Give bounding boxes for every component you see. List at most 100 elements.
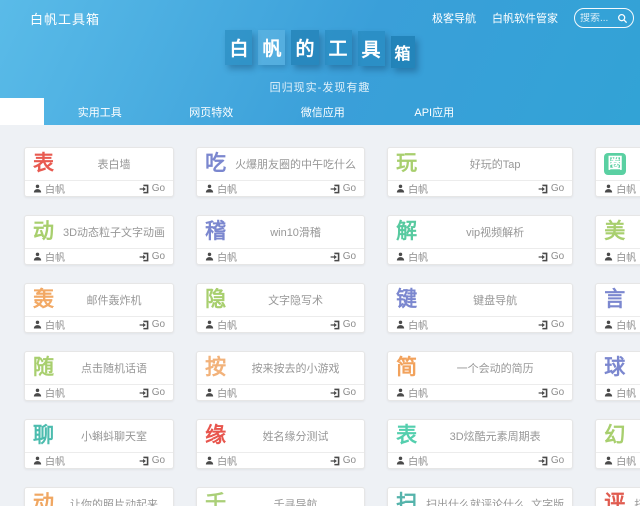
tool-card-footer: 白帆 Go bbox=[388, 316, 572, 332]
tool-card[interactable]: 键 键盘导航 白帆 Go bbox=[387, 283, 573, 333]
tool-card-go[interactable]: Go bbox=[330, 251, 356, 262]
tool-card-top: 吃 火爆朋友圈的中午吃什么 bbox=[197, 148, 364, 180]
tool-card-title: 千寻导航 bbox=[235, 496, 356, 506]
tab-label: 网页特效 bbox=[189, 104, 233, 120]
nav-link-software-manager[interactable]: 白帆软件管家 bbox=[492, 10, 558, 26]
tool-card-go[interactable]: Go bbox=[139, 387, 165, 398]
tool-card-footer: 白帆 Go bbox=[388, 248, 572, 264]
tool-card[interactable]: 千 千寻导航 白帆 Go bbox=[196, 487, 365, 506]
tool-card-go[interactable]: Go bbox=[330, 455, 356, 466]
author-label: 白帆 bbox=[616, 181, 636, 196]
tool-card-char: 玩 bbox=[396, 150, 426, 178]
tool-card-top: 扫 扫出什么就评论什么_文字版 bbox=[388, 488, 572, 506]
tool-card[interactable]: 动 3D动态粒子文字动画 白帆 Go bbox=[24, 215, 174, 265]
tool-card[interactable]: 随 点击随机话语 白帆 Go bbox=[24, 351, 174, 401]
tool-card-footer: 白帆 Go bbox=[25, 452, 173, 468]
tool-card-author: 白帆 bbox=[33, 317, 65, 332]
tool-card-author: 白帆 bbox=[396, 317, 428, 332]
tool-card-author: 白帆 bbox=[604, 181, 636, 196]
author-label: 白帆 bbox=[45, 181, 65, 196]
tool-card-title: 3D炫酷元素周期表 bbox=[426, 428, 564, 444]
tool-card[interactable]: 隐 文字隐写术 白帆 Go bbox=[196, 283, 365, 333]
tool-card[interactable]: 幻 视幻 白帆 Go bbox=[595, 419, 640, 469]
author-label: 白帆 bbox=[616, 249, 636, 264]
tool-card-go[interactable]: Go bbox=[139, 183, 165, 194]
tool-card[interactable]: 表 3D炫酷元素周期表 白帆 Go bbox=[387, 419, 573, 469]
content-area: 表 表白墙 白帆 Go 吃 火爆朋友圈的中午吃什么 bbox=[0, 125, 640, 506]
tool-card-char: 评 bbox=[604, 490, 634, 506]
tool-card-author: 白帆 bbox=[205, 453, 237, 468]
tab[interactable]: 实用工具 bbox=[44, 98, 156, 125]
author-label: 白帆 bbox=[616, 453, 636, 468]
tool-card[interactable]: 玩 好玩的Tap 白帆 Go bbox=[387, 147, 573, 197]
tool-card[interactable]: 聊 小蝌蚪聊天室 白帆 Go bbox=[24, 419, 174, 469]
tool-card[interactable]: 稽 win10滑稽 白帆 Go bbox=[196, 215, 365, 265]
tool-card-footer: 白帆 Go bbox=[25, 384, 173, 400]
go-label: Go bbox=[152, 183, 165, 194]
hero-title-tile: 的 bbox=[291, 30, 318, 65]
tool-card-top: 简 一个会动的简历 bbox=[388, 352, 572, 384]
tool-card[interactable]: 球 cxk在线打篮球 白帆 Go bbox=[595, 351, 640, 401]
tab[interactable]: 网页特效 bbox=[156, 98, 268, 125]
tool-card[interactable]: 美 惊人的美丽 白帆 Go bbox=[595, 215, 640, 265]
tool-card-go[interactable]: Go bbox=[538, 455, 564, 466]
go-label: Go bbox=[152, 251, 165, 262]
tool-card[interactable]: 言 一言美化版 白帆 Go bbox=[595, 283, 640, 333]
tool-card[interactable]: 吃 火爆朋友圈的中午吃什么 白帆 Go bbox=[196, 147, 365, 197]
tool-card-go[interactable]: Go bbox=[330, 387, 356, 398]
tool-card-go[interactable]: Go bbox=[538, 319, 564, 330]
tool-card-go[interactable]: Go bbox=[330, 183, 356, 194]
search-icon[interactable] bbox=[617, 13, 628, 24]
tool-card-go[interactable]: Go bbox=[139, 455, 165, 466]
tool-card-char: 幻 bbox=[604, 422, 634, 450]
tool-card-author: 白帆 bbox=[604, 385, 636, 400]
site-logo[interactable]: 白帆工具箱 bbox=[30, 9, 100, 28]
tool-card-author: 白帆 bbox=[205, 249, 237, 264]
tool-card-top: 千 千寻导航 bbox=[197, 488, 364, 506]
search-box[interactable] bbox=[574, 8, 634, 28]
sign-in-icon bbox=[330, 320, 340, 330]
tool-card[interactable]: 扫 扫出什么就评论什么_文字版 白帆 Go bbox=[387, 487, 573, 506]
tool-card[interactable]: 按 按来按去的小游戏 白帆 Go bbox=[196, 351, 365, 401]
tool-card[interactable]: 评 扫出什么就评论什么_图片版 白帆 Go bbox=[595, 487, 640, 506]
tool-card-title: 扫出什么就评论什么_图片版 bbox=[634, 496, 640, 506]
tool-card-title: 按来按去的小游戏 bbox=[235, 360, 356, 376]
tool-card-go[interactable]: Go bbox=[538, 251, 564, 262]
search-input[interactable] bbox=[580, 13, 617, 24]
tool-card-top: 表 表白墙 bbox=[25, 148, 173, 180]
tool-card-char: 稽 bbox=[205, 218, 235, 246]
tool-card[interactable]: 解 vip视频解析 白帆 Go bbox=[387, 215, 573, 265]
nav-link-geek-nav[interactable]: 极客导航 bbox=[432, 10, 476, 26]
tool-card-go[interactable]: Go bbox=[139, 251, 165, 262]
tool-card-char: 隐 bbox=[205, 286, 235, 314]
tab[interactable] bbox=[0, 98, 44, 125]
tool-card-title: 视幻 bbox=[634, 428, 640, 444]
tool-card[interactable]: 表 表白墙 白帆 Go bbox=[24, 147, 174, 197]
tool-card[interactable]: 轰 邮件轰炸机 白帆 Go bbox=[24, 283, 174, 333]
tool-card-go[interactable]: Go bbox=[139, 319, 165, 330]
tool-card[interactable]: 动 让你的照片动起来 白帆 Go bbox=[24, 487, 174, 506]
hero-title-tile: 工 bbox=[325, 30, 352, 65]
user-icon bbox=[205, 456, 214, 465]
tab[interactable]: API应用 bbox=[379, 98, 491, 125]
tool-card-top: 解 vip视频解析 bbox=[388, 216, 572, 248]
tool-card-author: 白帆 bbox=[205, 385, 237, 400]
tool-card-title: 邮件轰炸机 bbox=[63, 292, 165, 308]
tool-card-go[interactable]: Go bbox=[538, 183, 564, 194]
tab[interactable]: 微信应用 bbox=[267, 98, 379, 125]
sign-in-icon bbox=[330, 252, 340, 262]
tool-card-go[interactable]: Go bbox=[330, 319, 356, 330]
user-icon bbox=[604, 252, 613, 261]
tool-card[interactable]: 简 一个会动的简历 白帆 Go bbox=[387, 351, 573, 401]
tool-card[interactable]: 圈 一键秒拉圈圈 白帆 Go bbox=[595, 147, 640, 197]
tool-card-go[interactable]: Go bbox=[538, 387, 564, 398]
user-icon bbox=[33, 456, 42, 465]
user-icon bbox=[33, 320, 42, 329]
tool-card-author: 白帆 bbox=[205, 181, 237, 196]
tool-card-title: 扫出什么就评论什么_文字版 bbox=[426, 496, 564, 506]
author-label: 白帆 bbox=[217, 317, 237, 332]
user-icon bbox=[396, 320, 405, 329]
tool-card[interactable]: 缘 姓名缘分测试 白帆 Go bbox=[196, 419, 365, 469]
user-icon bbox=[396, 388, 405, 397]
tool-card-footer: 白帆 Go bbox=[388, 180, 572, 196]
